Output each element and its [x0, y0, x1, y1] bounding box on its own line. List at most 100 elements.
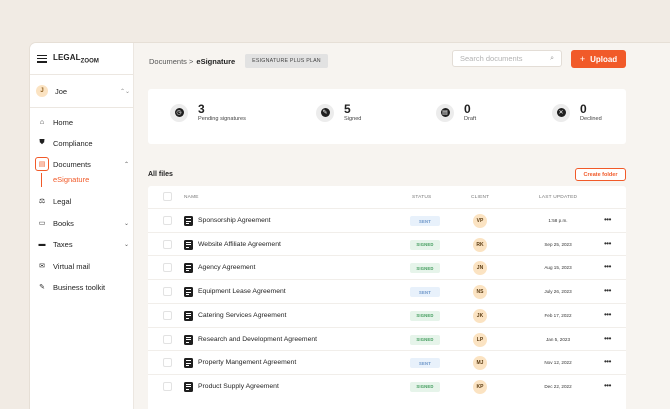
stat-label: Pending signatures [198, 116, 246, 122]
client-avatar: JN [473, 261, 487, 276]
client-avatar: RK [473, 237, 487, 252]
files-table: NAME STATUS CLIENT LAST UPDATED Sponsors… [148, 186, 626, 409]
document-name[interactable]: Research and Development Agreement [198, 336, 317, 343]
sidebar-item-virtual-mail[interactable]: ✉ Virtual mail [37, 259, 129, 273]
document-name[interactable]: Agency Agreement [198, 264, 255, 271]
select-all-checkbox[interactable] [163, 192, 172, 201]
table-row[interactable]: Equipment Lease Agreement SENT NS July 26, … [148, 279, 626, 303]
table-row[interactable]: Product Supply Agreement SIGNED KP Dec 22, … [148, 373, 626, 398]
sidebar-item-legal[interactable]: ⚖ Legal [37, 194, 129, 208]
stat-draft[interactable]: ▤ 0 Draft [436, 103, 476, 122]
last-updated: 1:58 p.m. [548, 218, 568, 223]
table-row[interactable]: Catering Services Agreement SIGNED JK Feb 1… [148, 302, 626, 327]
column-header-last-updated[interactable]: LAST UPDATED [539, 195, 577, 200]
row-checkbox[interactable] [163, 216, 172, 225]
row-checkbox[interactable] [163, 287, 172, 297]
row-checkbox[interactable] [163, 358, 172, 368]
wrench-icon: ✎ [39, 284, 45, 291]
more-options-icon[interactable]: ••• [604, 286, 611, 295]
breadcrumb: Documents > eSignature ESIGNATURE PLUS P… [149, 54, 328, 68]
stat-number: 3 [198, 102, 205, 116]
user-switcher[interactable]: J Joe ⌃⌄ [36, 85, 130, 97]
client-avatar: JK [473, 308, 487, 323]
sidebar-item-home[interactable]: ⌂ Home [37, 115, 129, 129]
column-header-status[interactable]: STATUS [412, 195, 431, 200]
document-name[interactable]: Catering Services Agreement [198, 312, 286, 319]
sidebar-item-business-toolkit[interactable]: ✎ Business toolkit [37, 280, 129, 294]
table-header: NAME STATUS CLIENT LAST UPDATED [148, 186, 626, 208]
plus-icon: + [579, 54, 586, 64]
breadcrumb-current: eSignature [196, 56, 236, 66]
table-row[interactable]: Agency Agreement SIGNED JN Aug 15, 2023 ••• [148, 255, 626, 279]
more-options-icon[interactable]: ••• [604, 262, 611, 271]
column-header-name[interactable]: NAME [184, 195, 199, 200]
document-icon [184, 263, 193, 274]
client-avatar: VP [473, 214, 487, 228]
last-updated: Sep 25, 2023 [544, 241, 572, 247]
more-options-icon[interactable]: ••• [604, 310, 611, 319]
chevron-up-icon[interactable]: ⌃ [124, 161, 129, 168]
sidebar-item-label: Documents [53, 159, 91, 169]
status-badge: SENT [410, 358, 440, 369]
document-icon [184, 334, 193, 345]
pen-icon: ✎ [316, 103, 334, 122]
row-checkbox[interactable] [163, 310, 172, 320]
row-checkbox[interactable] [163, 263, 172, 273]
sidebar-item-compliance[interactable]: ⛊ Compliance [37, 136, 129, 150]
last-updated: Nov 12, 2022 [544, 360, 572, 366]
more-options-icon[interactable]: ••• [604, 334, 611, 343]
stat-label: Draft [464, 116, 477, 122]
search-input[interactable]: Search documents ⌕ [452, 50, 562, 67]
stat-declined[interactable]: ✕ 0 Declined [552, 103, 602, 122]
document-name[interactable]: Website Affiliate Agreement [198, 241, 281, 248]
last-updated: July 26, 2023 [544, 289, 572, 295]
table-row[interactable]: Website Affiliate Agreement SIGNED RK Sep 2… [148, 231, 626, 256]
row-checkbox[interactable] [163, 381, 172, 391]
document-name[interactable]: Product Supply Agreement [198, 383, 279, 390]
table-row[interactable]: Sponsorship Agreement SENT VP 1:58 p.m. ••• [148, 208, 626, 232]
sidebar-item-books[interactable]: ▭ Books ⌄ [37, 216, 129, 230]
divider [30, 107, 134, 108]
document-name[interactable]: Property Mangement Agreement [198, 359, 296, 366]
stat-signed[interactable]: ✎ 5 Signed [316, 103, 361, 122]
create-folder-button[interactable]: Create folder [575, 168, 626, 181]
last-updated: Dec 22, 2022 [544, 383, 572, 389]
chevron-down-icon[interactable]: ⌄ [124, 220, 129, 227]
more-options-icon[interactable]: ••• [604, 381, 611, 390]
sidebar-item-documents[interactable]: ▤ Documents ⌃ [35, 157, 129, 171]
sidebar-item-taxes[interactable]: ▬ Taxes ⌄ [37, 237, 130, 251]
last-updated: Feb 17, 2022 [544, 312, 572, 318]
table-row[interactable]: Research and Development Agreement SIGNED… [148, 326, 626, 351]
document-name[interactable]: Sponsorship Agreement [198, 217, 271, 224]
stat-label: Signed [344, 116, 362, 122]
logo[interactable]: LEGALZOOM [53, 53, 99, 65]
chevron-down-icon[interactable]: ⌄ [124, 241, 129, 248]
document-icon: ▤ [35, 157, 49, 171]
sidebar-item-label: Legal [53, 196, 72, 206]
more-options-icon[interactable]: ••• [604, 215, 611, 224]
more-options-icon[interactable]: ••• [604, 357, 611, 366]
sidebar-item-label: Home [53, 117, 74, 127]
document-name[interactable]: Equipment Lease Agreement [198, 288, 286, 295]
stat-number: 5 [344, 102, 351, 116]
user-name: Joe [55, 86, 68, 96]
row-checkbox[interactable] [163, 239, 172, 249]
logo-row: LEGALZOOM [37, 53, 99, 65]
status-badge: SIGNED [410, 334, 440, 345]
more-options-icon[interactable]: ••• [604, 239, 611, 248]
search-icon[interactable]: ⌕ [550, 55, 554, 63]
table-row[interactable]: Property Mangement Agreement SENT MJ Nov 12… [148, 350, 626, 374]
column-header-client[interactable]: CLIENT [471, 195, 489, 200]
hamburger-menu-icon[interactable] [37, 54, 47, 63]
breadcrumb-parent[interactable]: Documents > [149, 57, 193, 66]
book-icon: ▭ [38, 220, 46, 227]
upload-button[interactable]: + Upload [571, 50, 626, 68]
stat-pending[interactable]: ◷ 3 Pending signatures [170, 103, 246, 122]
row-checkbox[interactable] [163, 334, 172, 344]
plan-badge: ESIGNATURE PLUS PLAN [245, 54, 328, 68]
client-avatar: KP [473, 379, 487, 394]
stat-number: 0 [580, 102, 587, 116]
sidebar-item-label: Compliance [53, 138, 93, 148]
sidebar-subitem-esignature[interactable]: eSignature [53, 175, 89, 184]
mail-icon: ✉ [39, 263, 45, 270]
